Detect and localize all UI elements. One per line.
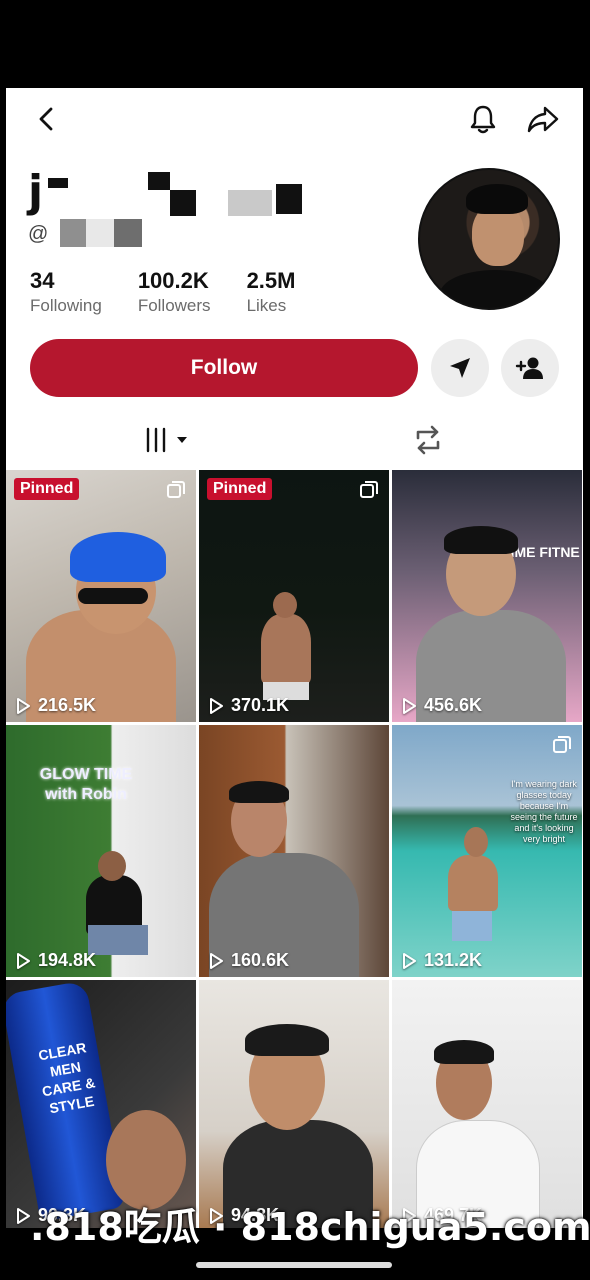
display-name: j <box>28 166 328 217</box>
view-count-value: 456.6K <box>424 695 483 715</box>
multi-photo-icon <box>167 481 185 498</box>
tab-videos[interactable] <box>136 420 196 460</box>
stat-following[interactable]: 34 Following <box>30 268 102 316</box>
video-tile[interactable]: Pinned 370.1K <box>199 470 389 722</box>
profile-screen: j @ 34 Following 100.2K Followers 2.5M L… <box>6 88 583 1228</box>
view-count-value: 370.1K <box>231 695 290 715</box>
home-indicator[interactable] <box>196 1262 392 1268</box>
pinned-badge: Pinned <box>14 478 80 500</box>
top-bar <box>6 88 583 152</box>
redaction-block <box>148 172 170 190</box>
person-head <box>106 1110 186 1210</box>
add-friend-button[interactable] <box>501 339 559 397</box>
send-icon <box>450 358 470 378</box>
tab-reposts[interactable] <box>406 420 450 460</box>
stat-value: 34 <box>30 268 55 293</box>
stat-label: Following <box>30 296 102 315</box>
play-icon <box>403 697 416 714</box>
view-count: 194.8K <box>14 950 96 971</box>
back-button[interactable] <box>32 104 62 134</box>
message-button[interactable] <box>431 339 489 397</box>
view-count: 370.1K <box>207 695 289 716</box>
redaction-block <box>228 190 272 216</box>
redaction-block <box>114 219 142 247</box>
play-icon <box>403 952 416 969</box>
video-tile[interactable]: 160.6K <box>199 725 389 977</box>
view-count: 160.6K <box>207 950 289 971</box>
play-icon <box>17 697 30 714</box>
stat-followers[interactable]: 100.2K Followers <box>138 268 211 316</box>
chevron-left-icon <box>39 107 53 131</box>
bell-icon <box>470 105 496 134</box>
shorts <box>452 911 492 941</box>
video-grid: Pinned 216.5K Pinned 370.1K TIME FITNE 4… <box>6 470 583 1228</box>
bottle-label: CLEAR MEN CARE & STYLE <box>37 1039 97 1117</box>
person-body <box>261 614 311 684</box>
avatar-hair <box>466 184 528 214</box>
share-arrow-icon <box>527 106 559 133</box>
hair <box>245 1024 329 1056</box>
redaction-block <box>170 190 196 216</box>
hair <box>229 781 289 803</box>
stat-label: Followers <box>137 296 211 315</box>
stat-value: 2.5M <box>246 268 296 293</box>
video-tile[interactable]: 94.8K <box>199 980 389 1228</box>
view-count: 216.5K <box>14 695 96 716</box>
video-tile[interactable]: CLEAR MEN CARE & STYLE 90.3K <box>6 980 196 1228</box>
view-count-value: 160.6K <box>231 950 290 970</box>
add-user-icon <box>515 357 543 379</box>
video-tile[interactable]: Pinned 216.5K <box>6 470 196 722</box>
multi-photo-icon <box>553 736 571 753</box>
sunglasses <box>78 588 148 604</box>
stat-likes[interactable]: 2.5M Likes <box>247 268 296 316</box>
profile-stats: 34 Following 100.2K Followers 2.5M Likes <box>30 268 295 316</box>
person-head <box>98 851 126 881</box>
video-tile[interactable]: I'm wearing dark glasses today because I… <box>392 725 582 977</box>
handle-at-symbol: @ <box>28 223 49 245</box>
redaction-block <box>48 178 68 188</box>
view-count: 131.2K <box>400 950 482 971</box>
follow-button[interactable]: Follow <box>30 339 418 397</box>
avatar-shirt <box>440 270 550 308</box>
video-tile[interactable]: GLOW TIME with Robin 194.8K <box>6 725 196 977</box>
hair <box>434 1040 494 1064</box>
avatar[interactable] <box>418 168 560 310</box>
jeans <box>88 925 148 955</box>
play-icon <box>17 952 30 969</box>
person-body <box>448 855 498 911</box>
redaction-block <box>60 219 86 247</box>
redaction-block <box>86 219 114 247</box>
pinned-badge: Pinned <box>207 478 273 500</box>
cap <box>70 532 166 582</box>
person-head <box>464 827 488 857</box>
stat-label: Likes <box>246 296 287 315</box>
play-icon <box>210 697 223 714</box>
redaction-block <box>276 184 302 214</box>
multi-photo-icon <box>360 481 378 498</box>
grid-columns-icon <box>146 427 187 453</box>
notifications-button[interactable] <box>466 102 500 136</box>
view-count-value: 194.8K <box>38 950 97 970</box>
repost-icon <box>416 425 440 455</box>
view-count: 456.6K <box>400 695 482 716</box>
hair <box>444 526 518 554</box>
view-count-value: 131.2K <box>424 950 483 970</box>
view-count-value: 216.5K <box>38 695 97 715</box>
stat-value: 100.2K <box>137 268 209 293</box>
username-handle: @ <box>28 219 188 249</box>
video-tile[interactable]: 469.7K <box>392 980 582 1228</box>
display-name-text: j <box>28 166 44 217</box>
watermark: .818吃瓜 · 818chigua5.com <box>30 1205 590 1249</box>
neon-sign: GLOW TIME with Robin <box>39 766 133 803</box>
person-head <box>273 592 297 618</box>
play-icon <box>210 952 223 969</box>
video-tile[interactable]: TIME FITNE 456.6K <box>392 470 582 722</box>
video-caption: I'm wearing dark glasses today because I… <box>510 779 578 844</box>
share-button[interactable] <box>525 102 561 136</box>
